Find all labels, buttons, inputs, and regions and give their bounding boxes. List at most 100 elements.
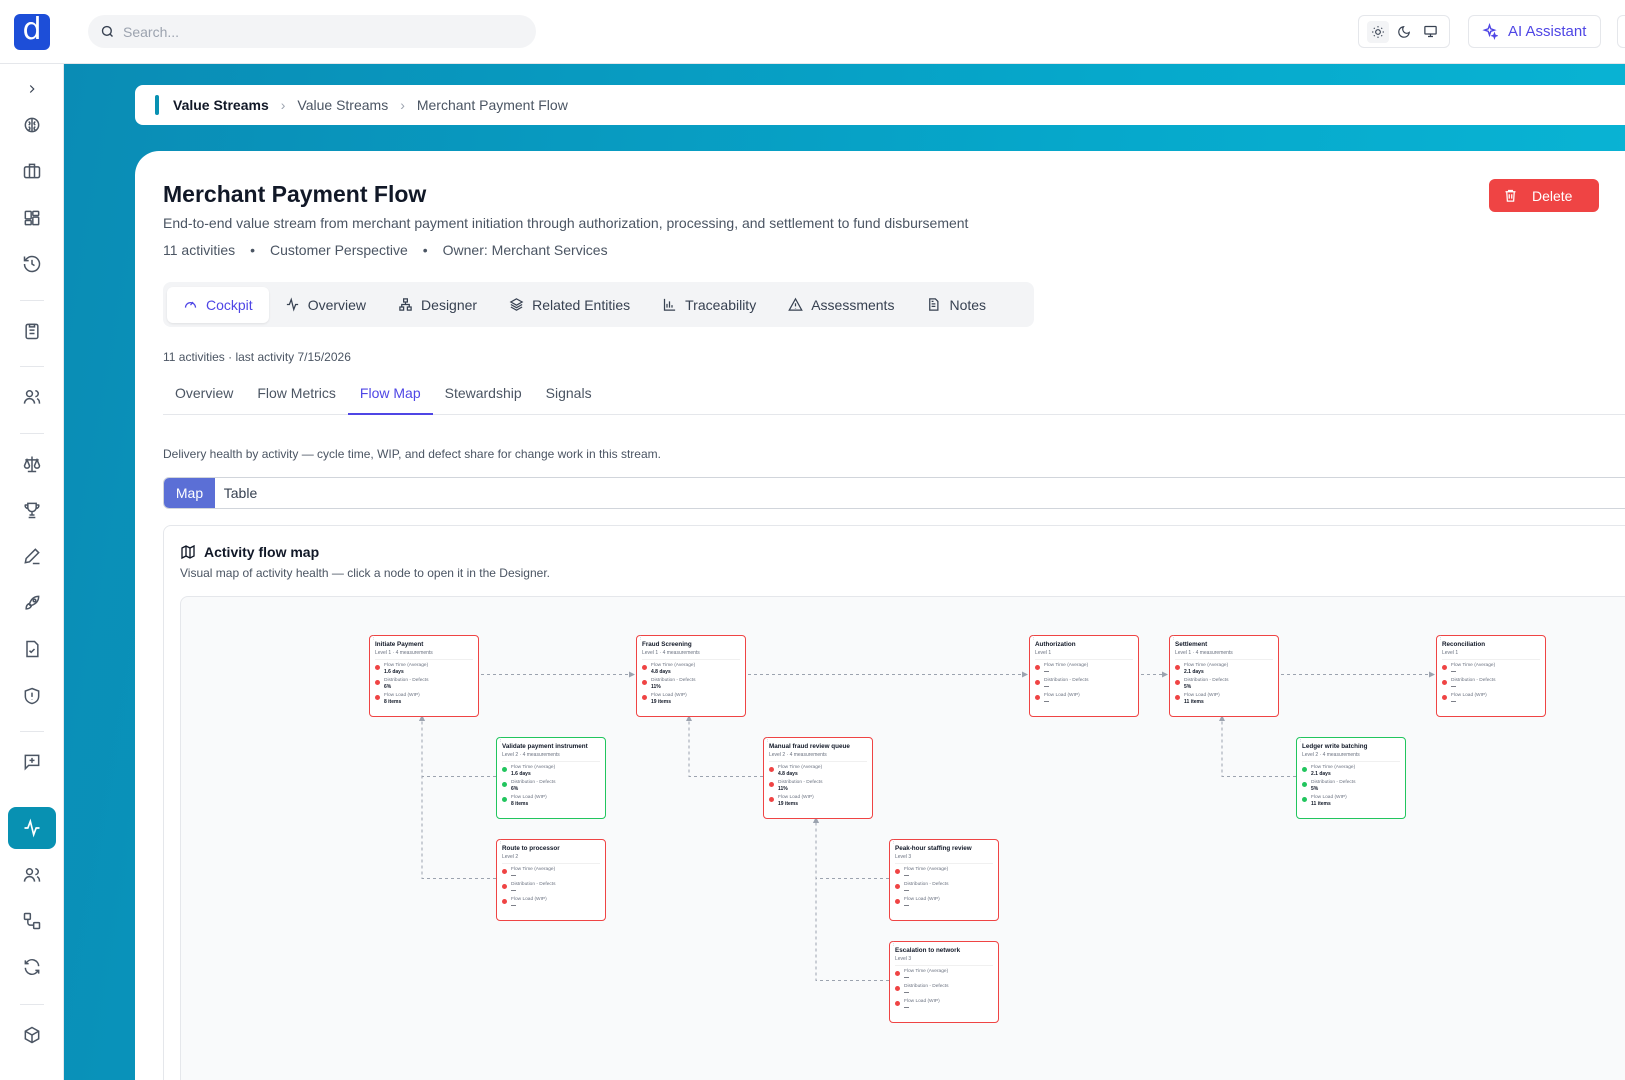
sidebar-item-value-streams[interactable]	[8, 807, 56, 849]
drag-handle-icon[interactable]: ⋮	[498, 737, 503, 743]
sidebar-item-history[interactable]	[8, 243, 56, 285]
flow-map-canvas[interactable]: ⋮ Initiate Payment Level 1 · 4 measurement…	[180, 596, 1625, 1080]
tab-assessments[interactable]: Assessments	[772, 287, 910, 323]
tab-label: Traceability	[685, 296, 757, 313]
sidebar-item-sync[interactable]	[8, 946, 56, 988]
subtab-flow-map[interactable]: Flow Map	[347, 381, 433, 415]
app-logo[interactable]: d	[14, 14, 50, 50]
system-theme-button[interactable]	[1419, 21, 1441, 43]
drag-handle-icon[interactable]: ⋮	[891, 839, 896, 845]
status-dot	[769, 797, 774, 802]
node-metric-wip: Flow Load (WIP) —	[1442, 693, 1540, 705]
sidebar-item-launch[interactable]	[8, 582, 56, 624]
search-bar[interactable]	[88, 15, 536, 48]
document-icon	[929, 298, 939, 311]
metric-value: —	[904, 975, 909, 981]
breadcrumb-accent	[155, 95, 159, 115]
sidebar-item-governance[interactable]	[8, 443, 56, 485]
sidebar-item-strategy[interactable]	[8, 104, 56, 146]
drag-handle-icon[interactable]: ⋮	[891, 941, 896, 947]
pen-icon	[24, 548, 40, 565]
flow-node-validate-payment-instrument[interactable]: ⋮ Validate payment instrument Level 2 · 4 …	[496, 737, 606, 819]
sidebar-item-risk[interactable]	[8, 675, 56, 717]
status-dot	[895, 986, 900, 991]
subtab-overview[interactable]: Overview	[163, 381, 245, 415]
page-description: End-to-end value stream from merchant pa…	[163, 215, 969, 231]
light-theme-button[interactable]	[1367, 20, 1389, 43]
user-menu-button[interactable]	[1617, 15, 1625, 48]
subtab-signals[interactable]: Signals	[534, 381, 604, 415]
file-check-icon	[26, 640, 39, 658]
drag-handle-icon[interactable]: ⋮	[765, 737, 770, 743]
theme-switcher	[1358, 15, 1450, 48]
dark-theme-button[interactable]	[1393, 21, 1415, 43]
flow-node-ledger-write-batching[interactable]: ⋮ Ledger write batching Level 2 · 4 measur…	[1296, 737, 1406, 819]
drag-handle-icon[interactable]: ⋮	[1438, 635, 1443, 641]
hierarchy-edge	[813, 817, 889, 981]
hierarchy-edge	[686, 715, 763, 777]
sidebar-item-tasks[interactable]	[8, 310, 56, 352]
subtab-stewardship[interactable]: Stewardship	[433, 381, 534, 415]
tab-label: Related Entities	[532, 296, 631, 313]
flow-node-fraud-screening[interactable]: ⋮ Fraud Screening Level 1 · 4 measurements…	[636, 635, 746, 717]
shield-alert-icon	[24, 687, 40, 705]
breadcrumb-item[interactable]: Value Streams	[297, 97, 388, 113]
sidebar-item-reviews[interactable]	[8, 628, 56, 670]
sidebar-item-goals[interactable]	[8, 489, 56, 531]
status-dot	[1035, 665, 1040, 670]
node-metric-flow-time: Flow Time (Average) —	[895, 867, 993, 879]
table-view-button[interactable]: Table	[215, 478, 266, 508]
search-input[interactable]	[123, 23, 503, 40]
metric-value: —	[904, 903, 909, 909]
node-metric-flow-time: Flow Time (Average) 1.6 days	[375, 663, 473, 675]
metric-value: —	[1044, 699, 1049, 705]
status-dot	[375, 695, 380, 700]
status-dot	[1442, 695, 1447, 700]
drag-handle-icon[interactable]: ⋮	[371, 635, 376, 641]
sidebar-item-packages[interactable]	[8, 1014, 56, 1056]
tab-designer[interactable]: Designer	[382, 287, 493, 323]
sidebar-divider	[20, 300, 44, 301]
sidebar-item-people[interactable]	[8, 376, 56, 418]
flow-node-reconciliation[interactable]: ⋮ Reconciliation Level 1 Flow Time (Average…	[1436, 635, 1546, 717]
flow-node-route-to-processor[interactable]: ⋮ Route to processor Level 2 Flow Time (Ave…	[496, 839, 606, 921]
flow-node-escalation-to-network[interactable]: ⋮ Escalation to network Level 3 Flow Time (…	[889, 941, 999, 1023]
drag-handle-icon[interactable]: ⋮	[1298, 737, 1303, 743]
map-view-button[interactable]: Map	[164, 478, 215, 508]
sidebar-item-portfolio[interactable]	[8, 150, 56, 192]
node-title: Escalation to network	[895, 947, 961, 954]
flow-node-manual-fraud-review-queue[interactable]: ⋮ Manual fraud review queue Level 2 · 4 me…	[763, 737, 873, 819]
metric-value: —	[1044, 669, 1049, 675]
ai-assistant-label: AI Assistant	[1508, 23, 1587, 40]
sidebar-item-workflows[interactable]	[8, 900, 56, 942]
tab-traceability[interactable]: Traceability	[646, 287, 772, 323]
flow-node-settlement[interactable]: ⋮ Settlement Level 1 · 4 measurements Flow …	[1169, 635, 1279, 717]
sidebar-item-dashboard[interactable]	[8, 197, 56, 239]
flow-node-peak-hour-staffing-review[interactable]: ⋮ Peak-hour staffing review Level 3 Flow Ti…	[889, 839, 999, 921]
tab-cockpit[interactable]: Cockpit	[167, 286, 269, 323]
breadcrumb-root[interactable]: Value Streams	[173, 97, 269, 113]
tab-overview[interactable]: Overview	[269, 287, 382, 323]
drag-handle-icon[interactable]: ⋮	[638, 635, 643, 641]
sidebar-item-edit[interactable]	[8, 535, 56, 577]
content-card: Merchant Payment Flow End-to-end value s…	[135, 151, 1625, 1080]
metric-value: —	[1451, 669, 1456, 675]
subtab-flow-metrics[interactable]: Flow Metrics	[245, 381, 348, 415]
ai-assistant-button[interactable]: AI Assistant	[1468, 15, 1601, 48]
status-dot	[895, 869, 900, 874]
drag-handle-icon[interactable]: ⋮	[1031, 635, 1036, 641]
page-meta: 11 activities • Customer Perspective • O…	[163, 242, 608, 258]
delete-button[interactable]: Delete	[1489, 179, 1599, 212]
flow-node-authorization[interactable]: ⋮ Authorization Level 1 Flow Time (Average)…	[1029, 635, 1139, 717]
drag-handle-icon[interactable]: ⋮	[1171, 635, 1176, 641]
status-dot	[1302, 797, 1307, 802]
top-bar: d AI Assistant	[0, 0, 1625, 64]
flow-node-initiate-payment[interactable]: ⋮ Initiate Payment Level 1 · 4 measurement…	[369, 635, 479, 717]
sidebar-item-teams[interactable]	[8, 854, 56, 896]
node-level: Level 2 · 4 measurements	[1302, 752, 1400, 762]
sidebar-item-feedback[interactable]	[8, 741, 56, 783]
tab-notes[interactable]: Notes	[910, 287, 1002, 323]
tab-related-entities[interactable]: Related Entities	[493, 287, 646, 323]
status-dot	[1302, 767, 1307, 772]
drag-handle-icon[interactable]: ⋮	[498, 839, 503, 845]
